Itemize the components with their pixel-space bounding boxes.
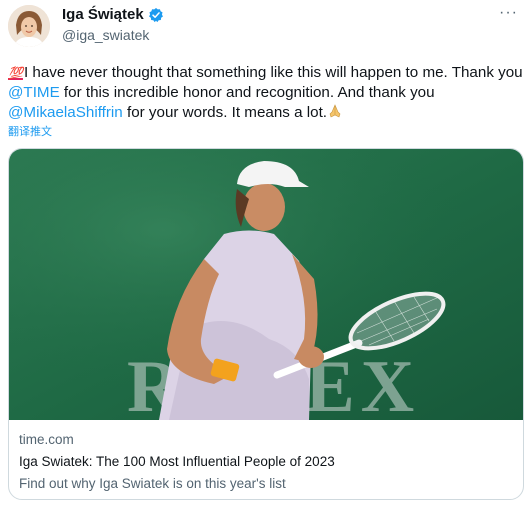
card-meta[interactable]: time.com Iga Swiatek: The 100 Most Influ… (19, 431, 513, 493)
tweet-text-segment: for this incredible honor and recognitio… (59, 84, 435, 101)
card-domain: time.com (19, 432, 74, 447)
link-preview-card[interactable]: ROLEX (8, 148, 524, 500)
tweet-text-segment: I have never thought that something like… (23, 64, 523, 81)
tweet-text-segment: for your words. It means a lot. (122, 104, 328, 121)
author-name-row[interactable]: Iga Świątek (62, 6, 164, 23)
translate-tweet-link[interactable]: 翻译推文 (8, 123, 52, 139)
mention-mikaelashiffrin-link[interactable]: @MikaelaShiffrin (8, 104, 123, 121)
avatar[interactable] (8, 5, 50, 47)
mention-time-link[interactable]: @TIME (8, 84, 60, 101)
display-name[interactable]: Iga Świątek (62, 6, 144, 23)
author-handle[interactable]: @iga_swiatek (62, 27, 149, 43)
folded-hands-emoji (327, 103, 343, 119)
card-image[interactable]: ROLEX (9, 149, 523, 428)
tweet-text: 💯I have never thought that something lik… (8, 63, 523, 123)
verified-badge-icon (148, 7, 164, 23)
hundred-points-emoji: 💯 (8, 66, 23, 80)
card-description: Find out why Iga Swiatek is on this year… (19, 476, 286, 491)
card-title[interactable]: Iga Swiatek: The 100 Most Influential Pe… (19, 453, 513, 471)
tweet[interactable]: Iga Świątek @iga_swiatek ··· 💯I have nev… (0, 0, 530, 510)
more-options-icon[interactable]: ··· (499, 4, 518, 22)
